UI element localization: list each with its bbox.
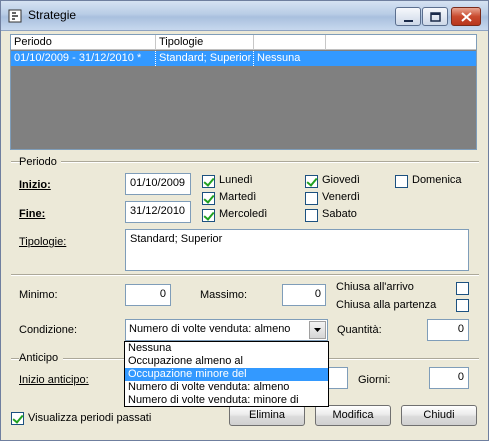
lunedi-checkbox[interactable] xyxy=(202,175,215,188)
dropdown-option[interactable]: Nessuna xyxy=(125,342,328,355)
chiusa-arrivo-checkbox[interactable] xyxy=(456,282,469,295)
group-line xyxy=(61,161,479,163)
list-row[interactable]: 01/10/2009 - 31/12/2010 * Standard; Supe… xyxy=(11,51,476,66)
column-header-extra[interactable] xyxy=(254,35,326,50)
martedi-checkbox[interactable] xyxy=(202,192,215,205)
minimo-field[interactable]: 0 xyxy=(125,284,171,306)
dropdown-option[interactable]: Numero di volte venduta: minore di xyxy=(125,394,328,407)
inizio-anticipo-field[interactable] xyxy=(327,367,348,389)
combo-dropdown-button[interactable] xyxy=(309,321,326,339)
column-header-tipologie[interactable]: Tipologie xyxy=(156,35,254,50)
martedi-label: Martedì xyxy=(219,191,257,203)
domenica-checkbox[interactable] xyxy=(395,175,408,188)
chevron-down-icon xyxy=(314,328,321,332)
giorni-field[interactable]: 0 xyxy=(429,367,469,389)
tipologie-field[interactable]: Standard; Superior xyxy=(125,229,469,271)
quantita-label: Quantità: xyxy=(337,324,382,336)
domenica-label: Domenica xyxy=(412,174,462,186)
cell-tipologie: Standard; Superior xyxy=(156,51,254,66)
maximize-button[interactable] xyxy=(422,7,448,26)
modifica-button[interactable]: Modifica xyxy=(315,405,391,426)
app-icon xyxy=(8,9,22,23)
dropdown-option[interactable]: Occupazione minore del xyxy=(125,368,328,381)
fine-label: Fine: xyxy=(19,208,46,220)
chiusa-partenza-label: Chiusa alla partenza xyxy=(336,299,437,311)
chiudi-button[interactable]: Chiudi xyxy=(401,405,477,426)
mercoledi-checkbox[interactable] xyxy=(202,209,215,222)
inizio-label: Inizio: xyxy=(19,179,51,191)
minimo-label: Minimo: xyxy=(19,289,58,301)
sabato-checkbox[interactable] xyxy=(305,209,318,222)
dropdown-option[interactable]: Numero di volte venduta: almeno xyxy=(125,381,328,394)
massimo-label: Massimo: xyxy=(200,289,248,301)
maximize-icon xyxy=(430,12,441,22)
minimize-button[interactable] xyxy=(395,7,421,26)
condizione-value: Numero di volte venduta: almeno xyxy=(129,323,291,335)
chiusa-partenza-checkbox[interactable] xyxy=(456,299,469,312)
group-line xyxy=(11,358,19,360)
close-window-button[interactable] xyxy=(451,7,481,26)
elimina-button[interactable]: Elimina xyxy=(229,405,305,426)
giorni-label: Giorni: xyxy=(358,374,391,386)
visualizza-checkbox[interactable] xyxy=(11,412,24,425)
anticipo-group-label: Anticipo xyxy=(19,352,59,364)
strategie-window: Strategie Periodo Tipologie 01/10/2009 -… xyxy=(0,0,489,441)
cell-extra: Nessuna xyxy=(257,52,301,64)
list-header: Periodo Tipologie xyxy=(11,35,476,50)
column-header-periodo[interactable]: Periodo xyxy=(11,35,156,50)
quantita-field[interactable]: 0 xyxy=(427,319,469,341)
chiusa-arrivo-label: Chiusa all'arrivo xyxy=(336,281,414,293)
fine-field[interactable]: 31/12/2010 xyxy=(125,201,191,223)
condizione-dropdown-list[interactable]: Nessuna Occupazione almeno al Occupazion… xyxy=(124,341,329,407)
giovedi-checkbox[interactable] xyxy=(305,175,318,188)
strategie-list[interactable]: Periodo Tipologie 01/10/2009 - 31/12/201… xyxy=(10,34,477,150)
tipologie-label: Tipologie: xyxy=(19,236,67,248)
title-bar[interactable]: Strategie xyxy=(1,1,488,31)
visualizza-label: Visualizza periodi passati xyxy=(28,412,152,424)
massimo-field[interactable]: 0 xyxy=(282,284,326,306)
lunedi-label: Lunedì xyxy=(219,174,253,186)
mercoledi-label: Mercoledì xyxy=(219,208,268,220)
window-title: Strategie xyxy=(28,8,77,22)
periodo-group-label: Periodo xyxy=(19,156,57,168)
inizio-anticipo-label: Inizio anticipo: xyxy=(19,374,89,386)
venerdi-checkbox[interactable] xyxy=(305,192,318,205)
minimize-icon xyxy=(404,20,413,22)
close-icon xyxy=(461,12,472,22)
venerdi-label: Venerdì xyxy=(322,191,360,203)
condizione-label: Condizione: xyxy=(19,324,78,336)
sabato-label: Sabato xyxy=(322,208,357,220)
cell-periodo: 01/10/2009 - 31/12/2010 * xyxy=(11,51,156,66)
inizio-field[interactable]: 01/10/2009 xyxy=(125,173,191,195)
separator xyxy=(11,274,479,276)
giovedi-label: Giovedì xyxy=(322,174,360,186)
condizione-combo[interactable]: Numero di volte venduta: almeno xyxy=(125,319,328,341)
dropdown-option[interactable]: Occupazione almeno al xyxy=(125,355,328,368)
